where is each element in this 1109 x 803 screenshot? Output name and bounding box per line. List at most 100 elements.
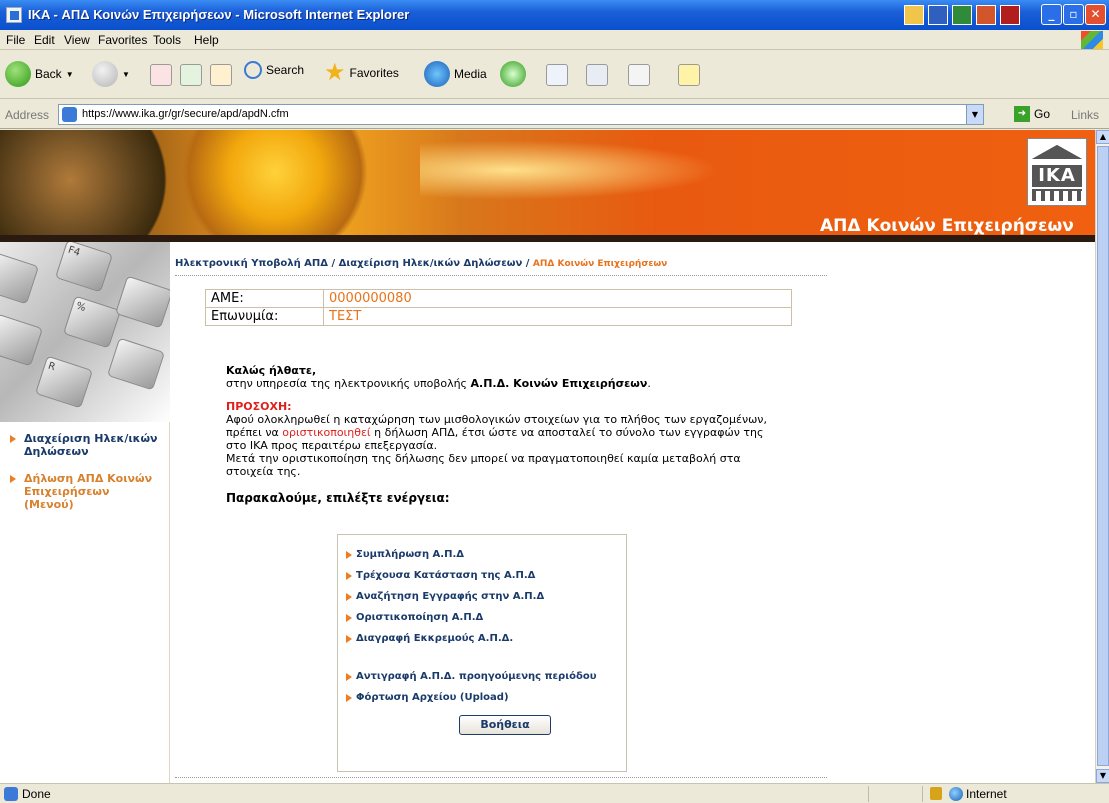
edit-icon[interactable] <box>628 64 650 86</box>
choose-action-prompt: Παρακαλούμε, επιλέξτε ενέργεια: <box>226 491 450 505</box>
menu-help[interactable]: Help <box>194 33 219 47</box>
close-button[interactable]: ✕ <box>1085 4 1106 25</box>
links-button[interactable]: Links <box>1071 108 1099 122</box>
back-button[interactable]: Back ▼ <box>5 61 74 87</box>
action-label: Αντιγραφή Α.Π.Δ. προηγούμενης περιόδου <box>356 671 597 682</box>
employer-info-table: ΑΜΕ: 0000000080 Επωνυμία: ΤΕΣΤ <box>205 289 792 326</box>
chevron-down-icon[interactable]: ▼ <box>966 105 983 124</box>
scroll-up-icon[interactable]: ▲ <box>1096 130 1109 144</box>
scroll-thumb[interactable] <box>1097 146 1109 766</box>
action-copy-previous[interactable]: Αντιγραφή Α.Π.Δ. προηγούμενης περιόδου <box>346 671 596 682</box>
bullet-arrow-icon <box>346 593 352 601</box>
side-navigation: Διαχείριση Ηλεκ/ικών Δηλώσεων Δήλωση ΑΠΔ… <box>0 432 170 525</box>
media-icon <box>424 61 450 87</box>
name-label: Επωνυμία: <box>205 307 324 326</box>
mail-icon[interactable] <box>546 64 568 86</box>
banner-divider <box>0 235 1095 242</box>
breadcrumb-link-submission[interactable]: Ηλεκτρονική Υποβολή ΑΠΔ <box>175 258 328 269</box>
stop-icon[interactable] <box>150 64 172 86</box>
page-viewport: ΙΚΑ ΑΠΔ Κοινών Επιχειρήσεων F4 % R Διαχε… <box>0 130 1095 783</box>
office-icon[interactable] <box>904 5 924 25</box>
minimize-button[interactable]: _ <box>1041 4 1062 25</box>
go-arrow-icon: ➜ <box>1014 106 1030 122</box>
sidebar-item-apd-menu[interactable]: Δήλωση ΑΠΔ Κοινών Επιχειρήσεων (Μενού) <box>0 472 170 511</box>
refresh-icon[interactable] <box>180 64 202 86</box>
key <box>0 251 40 305</box>
address-url: https://www.ika.gr/gr/secure/apd/apdN.cf… <box>82 108 289 120</box>
action-label: Οριστικοποίηση Α.Π.Δ <box>356 612 484 623</box>
window-title-bar[interactable]: IKA - ΑΠΔ Κοινών Επιχειρήσεων - Microsof… <box>0 0 1109 30</box>
address-input[interactable]: https://www.ika.gr/gr/secure/apd/apdN.cf… <box>58 104 984 125</box>
globe-icon <box>949 787 963 801</box>
bullet-arrow-icon <box>346 673 352 681</box>
action-search-entry[interactable]: Αναζήτηση Εγγραφής στην Α.Π.Δ <box>346 591 544 602</box>
help-button[interactable]: Βοήθεια <box>459 715 551 735</box>
left-sidebar: F4 % R Διαχείριση Ηλεκ/ικών Δηλώσεων Δήλ… <box>0 242 170 783</box>
action-upload-file[interactable]: Φόρτωση Αρχείου (Upload) <box>346 692 509 703</box>
warning-text: Αφού ολοκληρωθεί η καταχώρηση των μισθολ… <box>226 413 786 452</box>
search-icon <box>244 61 262 79</box>
breadcrumb-current: ΑΠΔ Κοινών Επιχειρήσεων <box>532 259 668 269</box>
breadcrumb-separator: / <box>328 258 339 269</box>
status-divider <box>922 786 923 802</box>
bullet-arrow-icon <box>10 435 16 443</box>
action-finalize[interactable]: Οριστικοποίηση Α.Π.Δ <box>346 612 483 623</box>
breadcrumb-link-management[interactable]: Διαχείριση Ηλεκ/ικών Δηλώσεων <box>339 258 523 269</box>
banner-sunflower-image <box>170 130 380 242</box>
media-label: Media <box>454 67 487 81</box>
bullet-arrow-icon <box>10 475 16 483</box>
powerpoint-icon[interactable] <box>976 5 996 25</box>
menu-file[interactable]: File <box>6 33 25 47</box>
vertical-scrollbar[interactable]: ▲ ▼ <box>1095 130 1109 783</box>
ame-value: 0000000080 <box>323 289 792 308</box>
page-icon <box>62 107 77 122</box>
toolbar: Back ▼ ▼ Search ★ Favorites Media <box>0 51 1109 99</box>
action-delete-pending[interactable]: Διαγραφή Εκκρεμούς Α.Π.Δ. <box>346 633 513 644</box>
welcome-text: Καλώς ήλθατε, στην υπηρεσία της ηλεκτρον… <box>226 364 786 505</box>
go-button[interactable]: ➜ Go <box>1014 106 1050 122</box>
key <box>114 275 170 329</box>
maximize-button[interactable]: ▫ <box>1063 4 1084 25</box>
page-icon <box>4 787 18 801</box>
action-fill-apd[interactable]: Συμπλήρωση Α.Π.Δ <box>346 549 464 560</box>
bullet-arrow-icon <box>346 572 352 580</box>
lock-icon <box>930 787 942 800</box>
back-arrow-icon <box>5 61 31 87</box>
welcome-line-prefix: στην υπηρεσία της ηλεκτρονικής υποβολής <box>226 377 471 390</box>
search-button[interactable]: Search <box>244 61 304 79</box>
ie-icon <box>6 7 22 23</box>
office-shortcuts <box>904 5 1020 25</box>
action-label: Τρέχουσα Κατάσταση της Α.Π.Δ <box>356 570 536 581</box>
menu-edit[interactable]: Edit <box>34 33 55 47</box>
windows-logo-icon <box>1081 31 1103 49</box>
ame-label: ΑΜΕ: <box>205 289 324 308</box>
window-title: IKA - ΑΠΔ Κοινών Επιχειρήσεων - Microsof… <box>28 7 410 22</box>
action-current-status[interactable]: Τρέχουσα Κατάσταση της Α.Π.Δ <box>346 570 535 581</box>
media-button[interactable]: Media <box>424 61 487 87</box>
acrobat-icon[interactable] <box>1000 5 1020 25</box>
bullet-arrow-icon <box>346 551 352 559</box>
sidebar-item-label: Δήλωση ΑΠΔ Κοινών Επιχειρήσεων (Μενού) <box>24 472 153 511</box>
menu-tools[interactable]: Tools <box>153 33 181 47</box>
home-icon[interactable] <box>210 64 232 86</box>
history-icon[interactable] <box>500 61 526 87</box>
logo-text: ΙΚΑ <box>1032 165 1082 187</box>
status-text: Done <box>22 787 51 801</box>
menu-favorites[interactable]: Favorites <box>98 33 147 47</box>
logo-pillars <box>1032 189 1082 201</box>
warning-title: ΠΡΟΣΟΧΗ: <box>226 400 292 413</box>
ika-logo: ΙΚΑ <box>1027 138 1087 206</box>
discuss-icon[interactable] <box>678 64 700 86</box>
warning-highlight: οριστικοποιηθεί <box>282 426 371 439</box>
favorites-button[interactable]: ★ Favorites <box>324 61 399 85</box>
scroll-down-icon[interactable]: ▼ <box>1096 769 1109 783</box>
menu-view[interactable]: View <box>64 33 90 47</box>
table-row: ΑΜΕ: 0000000080 <box>205 289 792 308</box>
excel-icon[interactable] <box>952 5 972 25</box>
word-icon[interactable] <box>928 5 948 25</box>
action-label: Αναζήτηση Εγγραφής στην Α.Π.Δ <box>356 591 545 602</box>
sidebar-item-declarations[interactable]: Διαχείριση Ηλεκ/ικών Δηλώσεων <box>0 432 170 458</box>
forward-button[interactable]: ▼ <box>92 61 130 87</box>
print-icon[interactable] <box>586 64 608 86</box>
key <box>0 313 44 367</box>
